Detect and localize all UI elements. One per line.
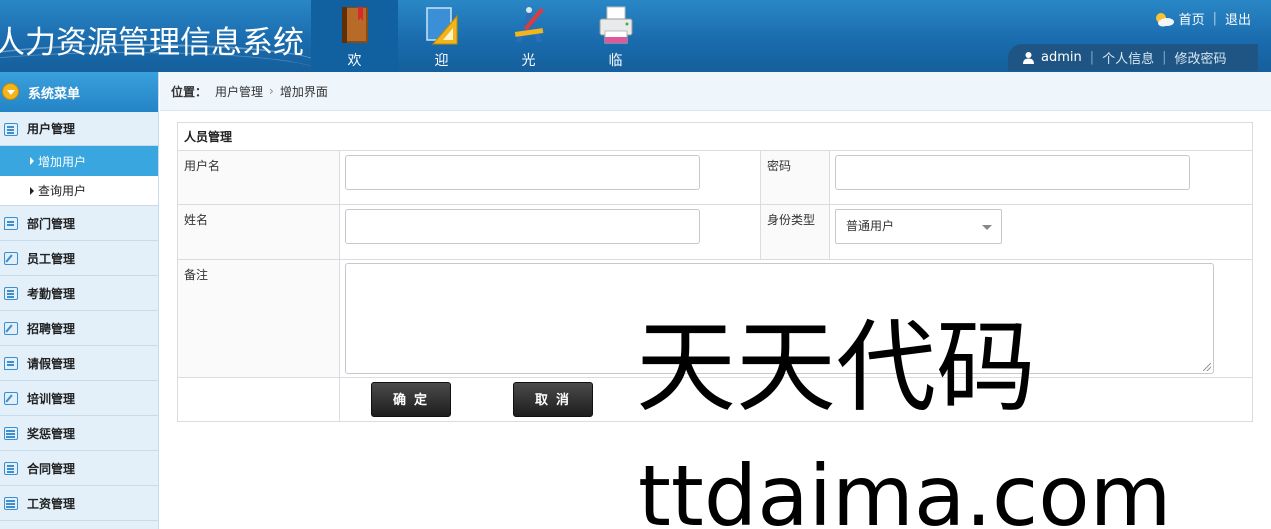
name-label: 姓名 — [178, 205, 339, 259]
password-cell — [829, 151, 1252, 204]
sidebar-item-label: 查询用户 — [38, 184, 87, 198]
ruler-icon — [426, 7, 458, 45]
breadcrumb-item[interactable]: 用户管理 — [215, 83, 263, 100]
sidebar-group-rewards[interactable]: 奖惩管理 — [0, 416, 158, 451]
username-label: 用户名 — [178, 151, 339, 204]
calendar-icon — [4, 497, 18, 510]
sidebar: 系统菜单 用户管理 增加用户 查询用户 部门管理 员工管理 考勤管理 招聘管理 … — [0, 72, 159, 529]
nav-label: 光 — [521, 53, 536, 69]
confirm-button[interactable]: 确定 — [371, 382, 451, 417]
nav-item-welcome-4[interactable]: 临 — [572, 0, 659, 72]
divider: | — [1212, 11, 1217, 26]
form-row: 用户名 密码 — [178, 151, 1252, 205]
name-input[interactable] — [345, 209, 700, 244]
divider: | — [1089, 50, 1095, 65]
sidebar-group-label: 员工管理 — [27, 251, 76, 266]
sidebar-group-attendance[interactable]: 考勤管理 — [0, 276, 158, 311]
breadcrumb: 位置： 用户管理 › 增加界面 — [160, 72, 1271, 111]
remark-textarea[interactable] — [345, 263, 1214, 374]
sidebar-group-label: 请假管理 — [27, 356, 76, 371]
sidebar-group-training[interactable]: 培训管理 — [0, 381, 158, 416]
sidebar-item-query-user[interactable]: 查询用户 — [0, 176, 158, 206]
sidebar-item-label: 增加用户 — [38, 154, 87, 169]
sidebar-group-recruitment[interactable]: 招聘管理 — [0, 311, 158, 346]
sidebar-group-label: 用户管理 — [27, 122, 76, 136]
sidebar-group-leave[interactable]: 请假管理 — [0, 346, 158, 381]
book-icon — [342, 7, 368, 43]
role-selected-value: 普通用户 — [846, 219, 895, 233]
actions-cell: 确定 取消 — [339, 378, 1252, 421]
form-row: 姓名 身份类型 普通用户 — [178, 205, 1252, 260]
resize-handle-icon[interactable] — [1203, 363, 1211, 371]
sidebar-group-label: 奖惩管理 — [27, 426, 76, 441]
name-cell — [339, 205, 760, 259]
collapse-toggle-icon — [2, 83, 19, 100]
actions-spacer — [178, 378, 339, 421]
edit-icon — [4, 322, 18, 335]
divider: | — [1162, 50, 1167, 65]
list-icon — [4, 287, 18, 300]
nav-item-welcome-2[interactable]: 迎 — [398, 0, 485, 72]
breadcrumb-item-current: 增加界面 — [279, 84, 328, 99]
sidebar-group-label: 工资管理 — [27, 496, 76, 511]
printer-icon — [599, 6, 633, 44]
username-input[interactable] — [345, 155, 700, 190]
top-links: 首页 | 退出 — [1153, 9, 1251, 28]
sidebar-group-label: 合同管理 — [27, 461, 76, 476]
form-row: 备注 — [178, 260, 1252, 378]
nav-item-welcome-3[interactable]: 光 — [485, 0, 572, 72]
edit-icon — [4, 392, 18, 405]
nav-label: 迎 — [434, 53, 449, 69]
watermark-url: ttdaima.com — [638, 447, 1172, 529]
sidebar-item-add-user[interactable]: 增加用户 — [0, 146, 158, 176]
nav-label: 欢 — [347, 53, 362, 69]
sidebar-group-label: 招聘管理 — [27, 321, 76, 336]
top-nav: 欢 迎 光 临 — [311, 0, 659, 72]
breadcrumb-prefix: 位置： — [171, 84, 208, 99]
sidebar-group-department[interactable]: 部门管理 — [0, 206, 158, 241]
remark-label: 备注 — [178, 260, 339, 377]
sidebar-group-contract[interactable]: 合同管理 — [0, 451, 158, 486]
sidebar-group-salary[interactable]: 工资管理 — [0, 486, 158, 521]
user-form: 人员管理 用户名 密码 姓名 身份类型 普通用户 备注 确定 取消 — [177, 122, 1253, 422]
list-icon — [4, 123, 18, 136]
role-cell: 普通用户 — [829, 205, 1252, 259]
user-bar: admin | 个人信息 | 修改密码 — [1008, 44, 1258, 71]
nav-item-welcome-1[interactable]: 欢 — [311, 0, 398, 72]
form-title: 人员管理 — [178, 123, 1252, 151]
chat-icon — [4, 217, 18, 230]
sidebar-heading-label: 系统菜单 — [28, 86, 81, 102]
username-cell — [339, 151, 760, 204]
calendar-icon — [4, 427, 18, 440]
drafting-tools-icon — [514, 7, 544, 42]
cancel-button[interactable]: 取消 — [513, 382, 593, 417]
sidebar-group-label: 考勤管理 — [27, 286, 76, 301]
password-input[interactable] — [835, 155, 1190, 190]
change-password-link[interactable]: 修改密码 — [1175, 48, 1227, 67]
role-select[interactable]: 普通用户 — [835, 209, 1002, 244]
nav-label: 临 — [608, 53, 623, 69]
home-link[interactable]: 首页 — [1179, 9, 1205, 28]
form-row-actions: 确定 取消 — [178, 378, 1252, 421]
chevron-down-icon — [982, 225, 992, 230]
user-icon — [1023, 52, 1034, 64]
chat-icon — [4, 357, 18, 370]
sidebar-heading[interactable]: 系统菜单 — [0, 72, 158, 112]
sidebar-group-user-management[interactable]: 用户管理 — [0, 112, 158, 146]
remark-cell — [339, 260, 1252, 377]
username: admin — [1041, 50, 1082, 65]
profile-link[interactable]: 个人信息 — [1102, 48, 1154, 67]
sidebar-group-label: 培训管理 — [27, 391, 76, 406]
edit-icon — [4, 252, 18, 265]
app-header: 人力资源管理信息系统 欢 迎 光 临 首页 | 退出 admin | 个人信息 … — [0, 0, 1271, 72]
logout-link[interactable]: 退出 — [1225, 9, 1251, 28]
list-icon — [4, 462, 18, 475]
system-title: 人力资源管理信息系统 — [0, 25, 304, 61]
sidebar-group-label: 部门管理 — [27, 216, 76, 231]
sidebar-group-employee[interactable]: 员工管理 — [0, 241, 158, 276]
breadcrumb-separator: › — [269, 84, 274, 98]
password-label: 密码 — [760, 151, 829, 204]
role-label: 身份类型 — [760, 205, 829, 259]
weather-icon — [1153, 11, 1175, 27]
